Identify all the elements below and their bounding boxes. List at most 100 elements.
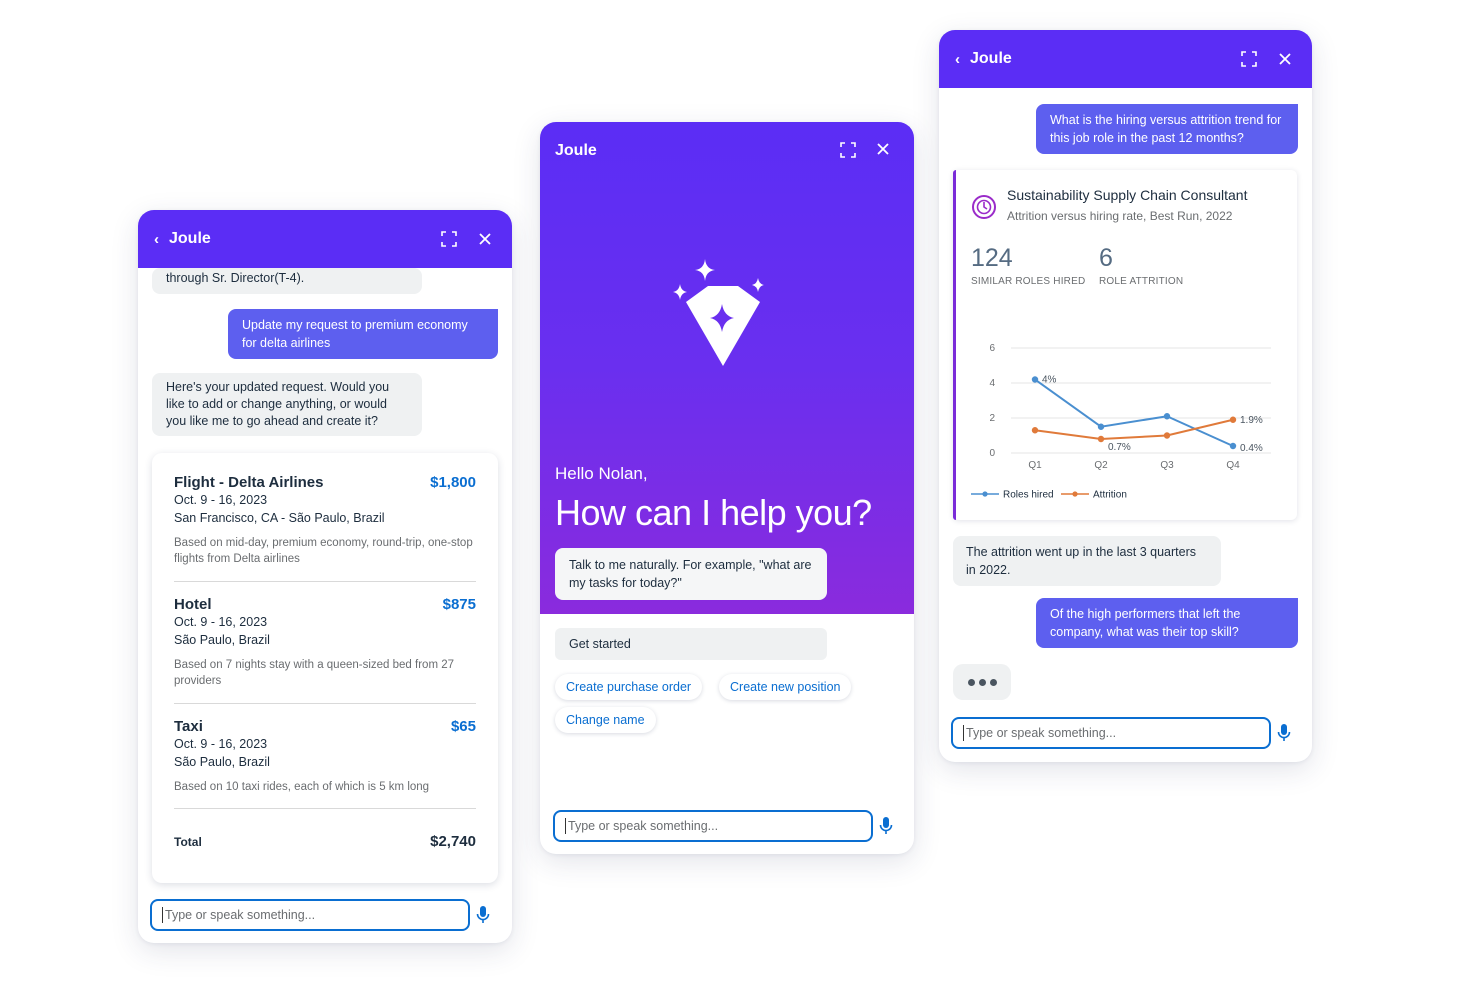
- user-message: Of the high performers that left the com…: [1036, 598, 1298, 648]
- data-label: 0.4%: [1240, 443, 1263, 454]
- legend-label: Attrition: [1093, 490, 1127, 501]
- item-place: San Francisco, CA - São Paulo, Brazil: [174, 511, 385, 525]
- item-place: São Paulo, Brazil: [174, 755, 270, 769]
- item-price: $65: [450, 718, 476, 735]
- x-tick-label: Q3: [1160, 460, 1174, 471]
- series-line-roles-hired: [1034, 378, 1234, 447]
- expand-icon[interactable]: [840, 142, 856, 163]
- y-tick-label: 0: [989, 448, 995, 459]
- item-dates: Oct. 9 - 16, 2023: [174, 737, 268, 751]
- data-label: 4%: [1042, 375, 1057, 386]
- joule-panel-welcome: Joule Hello Nolan, How can I help you? T…: [540, 122, 914, 854]
- divider: [174, 581, 476, 582]
- microphone-icon[interactable]: [879, 816, 893, 836]
- item-note: Based on mid-day, premium economy, round…: [174, 537, 473, 565]
- chip-change-name[interactable]: Change name: [555, 707, 656, 733]
- request-summary-card: Flight - Delta Airlines $1,800 Oct. 9 - …: [152, 453, 498, 883]
- kpi-role-attrition-value: 6: [1099, 244, 1113, 272]
- panel-header: ‹ Joule: [939, 30, 1312, 88]
- chat-input-placeholder: Type or speak something...: [966, 726, 1117, 740]
- chip-create-new-position[interactable]: Create new position: [719, 674, 852, 700]
- item-price: $875: [442, 596, 476, 613]
- user-message: What is the hiring versus attrition tren…: [1036, 104, 1298, 154]
- microphone-icon[interactable]: [476, 905, 490, 925]
- joule-panel-travel: ‹ Joule through Sr. Director(T-4). Updat…: [138, 210, 512, 943]
- data-point: [1097, 435, 1105, 443]
- typing-indicator: [953, 664, 1011, 700]
- bot-message: Here's your updated request. Would you l…: [152, 373, 422, 436]
- data-point: [1031, 376, 1039, 383]
- text-caret: [565, 818, 566, 834]
- data-label: 1.9%: [1240, 415, 1263, 426]
- legend-swatch-dot: [982, 491, 988, 497]
- divider: [174, 703, 476, 704]
- greeting: Hello Nolan,: [555, 464, 648, 483]
- data-point: [1097, 423, 1105, 430]
- close-icon[interactable]: [877, 142, 889, 160]
- microphone-icon[interactable]: [1277, 723, 1291, 743]
- total-label: Total: [174, 834, 202, 849]
- data-label: 0.7%: [1108, 442, 1131, 453]
- card-title: Sustainability Supply Chain Consultant: [1007, 187, 1248, 203]
- back-icon[interactable]: ‹: [955, 51, 960, 68]
- line-item-flight: Flight - Delta Airlines $1,800 Oct. 9 - …: [174, 474, 476, 567]
- item-place: São Paulo, Brazil: [174, 633, 270, 647]
- user-message: Update my request to premium economy for…: [228, 309, 498, 359]
- chip-create-purchase-order[interactable]: Create purchase order: [555, 674, 703, 700]
- chat-input-placeholder: Type or speak something...: [165, 908, 316, 922]
- data-point: [1163, 413, 1171, 420]
- panel-title: Joule: [970, 50, 1012, 67]
- panel-title: Joule: [169, 230, 211, 247]
- item-note: Based on 10 taxi rides, each of which is…: [174, 781, 430, 793]
- get-started-label: Get started: [555, 628, 827, 660]
- legend-label: Roles hired: [1003, 490, 1054, 501]
- item-name: Flight - Delta Airlines: [174, 474, 324, 491]
- diamond-sparkle-logo: [673, 259, 764, 366]
- data-point: [1229, 416, 1237, 423]
- bot-message: The attrition went up in the last 3 quar…: [953, 536, 1221, 586]
- text-caret: [162, 907, 163, 923]
- legend-swatch-dot: [1072, 491, 1078, 497]
- x-tick-label: Q4: [1226, 460, 1240, 471]
- y-tick-label: 6: [989, 343, 995, 354]
- total-row: Total $2,740: [174, 833, 476, 850]
- x-tick-label: Q1: [1028, 460, 1042, 471]
- close-icon[interactable]: [1276, 50, 1294, 68]
- item-price: $1,800: [430, 474, 476, 491]
- insight-card: Sustainability Supply Chain Consultant A…: [953, 170, 1297, 520]
- welcome-hero: Joule Hello Nolan, How can I help you? T…: [540, 122, 914, 614]
- text-caret: [963, 725, 964, 741]
- headline: How can I help you?: [555, 492, 872, 533]
- kpi-role-attrition-label: ROLE ATTRITION: [1099, 276, 1184, 287]
- data-point: [1163, 432, 1171, 439]
- back-icon[interactable]: ‹: [154, 231, 159, 248]
- item-name: Hotel: [174, 596, 212, 613]
- panel-header: ‹ Joule: [138, 210, 512, 268]
- item-dates: Oct. 9 - 16, 2023: [174, 615, 268, 629]
- chat-input[interactable]: Type or speak something...: [150, 899, 470, 931]
- item-name: Taxi: [174, 718, 203, 735]
- expand-icon[interactable]: [1240, 50, 1258, 68]
- total-value: $2,740: [430, 833, 476, 850]
- expand-icon[interactable]: [440, 230, 458, 248]
- bot-message-partial: through Sr. Director(T-4).: [152, 268, 422, 294]
- data-point: [1229, 442, 1237, 450]
- series-line-attrition: [1034, 418, 1234, 441]
- kpi-roles-hired-value: 124: [971, 244, 1013, 272]
- kpi-roles-hired-label: SIMILAR ROLES HIRED: [971, 276, 1086, 287]
- chat-input[interactable]: Type or speak something...: [553, 810, 873, 842]
- line-item-taxi: Taxi $65 Oct. 9 - 16, 2023 São Paulo, Br…: [174, 718, 476, 795]
- role-badge-icon: [972, 195, 996, 219]
- x-tick-label: Q2: [1094, 460, 1108, 471]
- hiring-attrition-chart: 0 2 4 6 Q1 Q2 Q3 Q4 4% 0.4% 0.7% 1.9% Roles hired Att…: [971, 343, 1271, 501]
- chat-input[interactable]: Type or speak something...: [951, 717, 1271, 749]
- chat-input-placeholder: Type or speak something...: [568, 819, 719, 833]
- joule-panel-analytics: ‹ Joule What is the hiring versus attrit…: [939, 30, 1312, 762]
- divider: [174, 808, 476, 809]
- data-point: [1031, 427, 1039, 434]
- item-note: Based on 7 nights stay with a queen-size…: [174, 659, 455, 687]
- example-prompt: Talk to me naturally. For example, "what…: [555, 548, 827, 600]
- close-icon[interactable]: [476, 230, 494, 248]
- item-dates: Oct. 9 - 16, 2023: [174, 493, 268, 507]
- panel-title: Joule: [555, 142, 597, 159]
